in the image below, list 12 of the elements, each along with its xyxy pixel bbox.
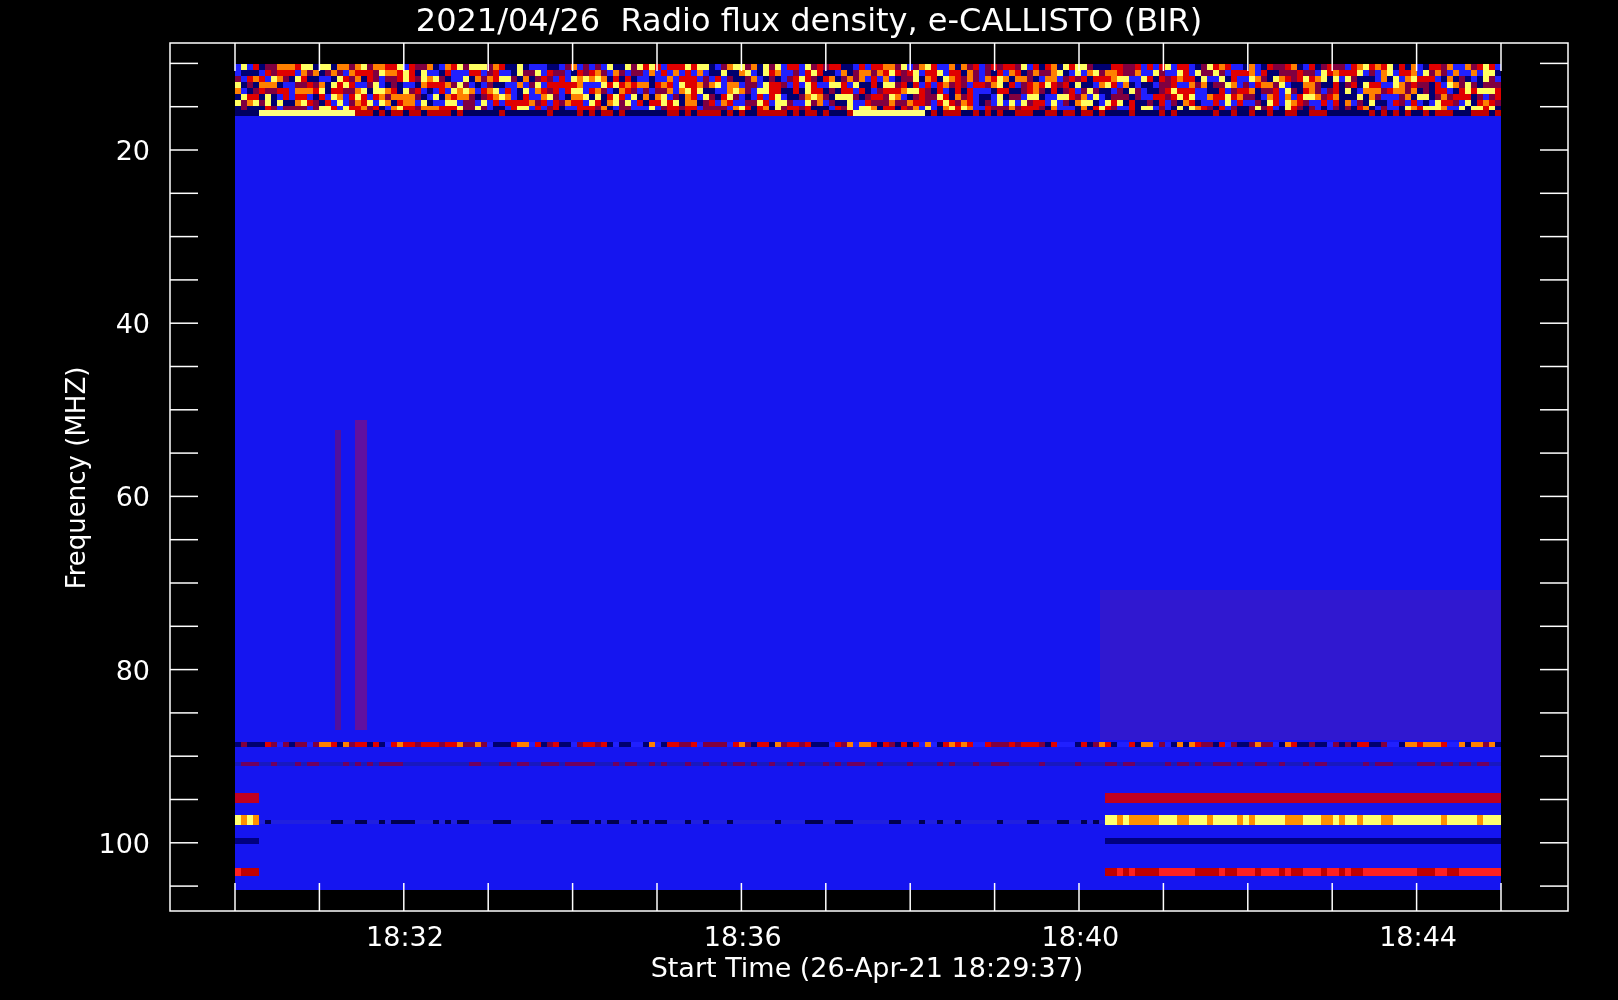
y-axis-label: Frequency (MHZ) <box>61 366 91 590</box>
y-tick-label: 40 <box>115 308 150 340</box>
x-tick-label: 18:36 <box>703 921 782 952</box>
y-tick-label: 80 <box>115 654 150 686</box>
chart-title: 2021/04/26 Radio flux density, e-CALLISTO (BIR) <box>415 1 1203 39</box>
x-tick-label: 18:32 <box>366 921 444 952</box>
y-tick-label: 60 <box>115 481 150 513</box>
y-tick-label: 100 <box>98 827 150 859</box>
x-tick-label: 18:40 <box>1041 921 1120 952</box>
x-tick-label: 18:44 <box>1379 921 1457 952</box>
x-axis-label: Start Time (26-Apr-21 18:29:37) <box>650 952 1084 983</box>
y-tick-label: 20 <box>115 135 150 166</box>
